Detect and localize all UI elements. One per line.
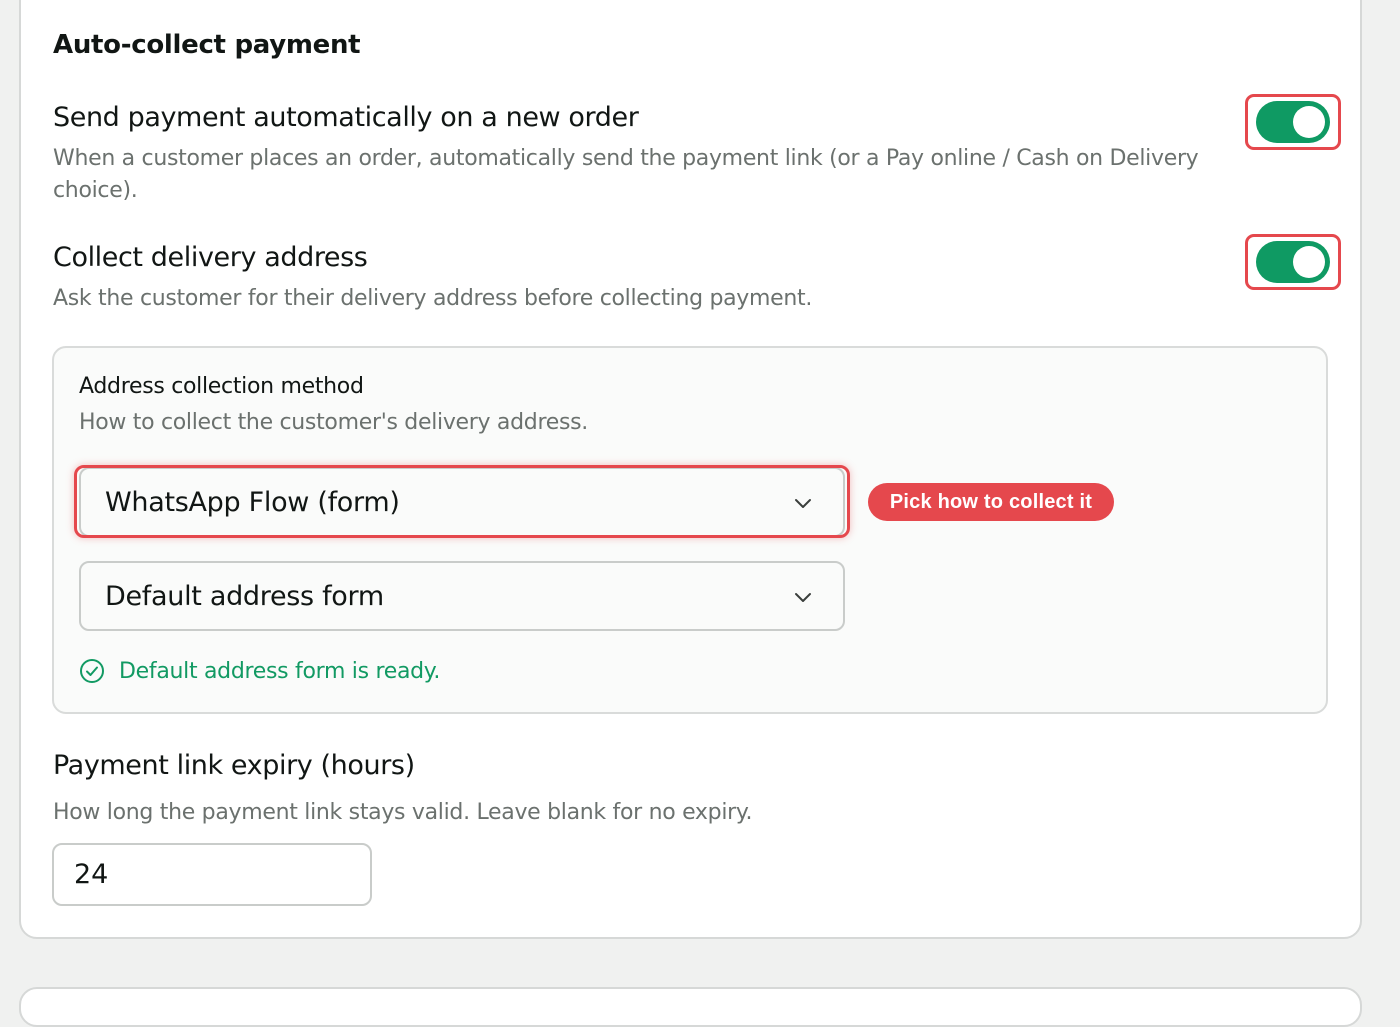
collect-address-toggle[interactable] — [1245, 234, 1341, 290]
status-text: Default address form is ready. — [119, 658, 441, 684]
collect-address-description: Ask the customer for their delivery addr… — [53, 286, 813, 311]
toggle-track — [1256, 241, 1330, 283]
toggle-track — [1256, 101, 1330, 143]
address-method-label: Address collection method — [79, 374, 364, 399]
expiry-input[interactable] — [52, 843, 372, 906]
toggle-knob — [1293, 106, 1325, 138]
send-payment-toggle[interactable] — [1245, 94, 1341, 150]
collect-address-title: Collect delivery address — [53, 242, 368, 273]
check-circle-icon — [80, 659, 104, 683]
chevron-down-icon — [795, 499, 811, 508]
address-method-select[interactable]: WhatsApp Flow (form) — [79, 467, 845, 537]
section-title: Auto-collect payment — [53, 30, 361, 60]
address-method-description: How to collect the customer's delivery a… — [79, 410, 588, 435]
hint-badge: Pick how to collect it — [868, 483, 1114, 521]
address-method-value: WhatsApp Flow (form) — [105, 486, 400, 518]
send-payment-description: When a customer places an order, automat… — [53, 146, 1199, 203]
next-card — [19, 987, 1362, 1027]
expiry-title: Payment link expiry (hours) — [53, 750, 415, 781]
send-payment-title: Send payment automatically on a new orde… — [53, 102, 639, 133]
toggle-knob — [1293, 246, 1325, 278]
expiry-description: How long the payment link stays valid. L… — [53, 800, 753, 825]
form-status: Default address form is ready. — [79, 658, 440, 684]
chevron-down-icon — [795, 593, 811, 602]
address-form-select[interactable]: Default address form — [79, 561, 845, 631]
address-form-value: Default address form — [105, 580, 384, 612]
